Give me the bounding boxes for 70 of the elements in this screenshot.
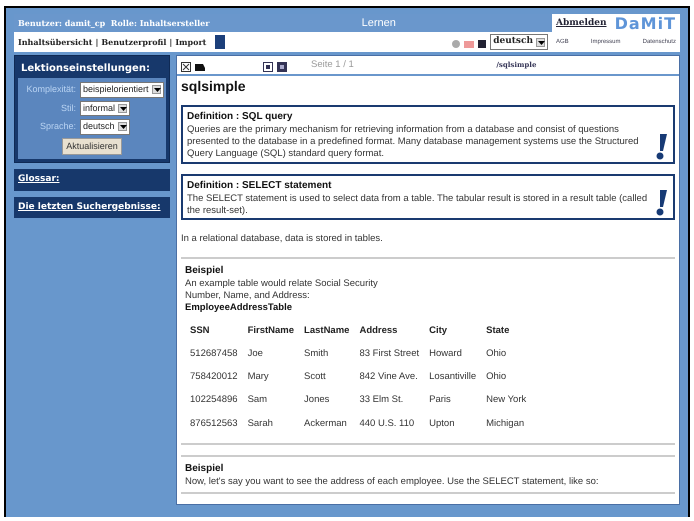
column-header: State — [485, 324, 510, 338]
table-cell-text: Sarah — [246, 416, 274, 431]
dropdown-icon[interactable] — [118, 122, 127, 132]
example-title: Beispiel — [185, 264, 224, 278]
dropdown-icon[interactable] — [152, 85, 161, 94]
table-cell-text: Howard — [428, 346, 463, 361]
setting-label: Stil: — [60, 102, 76, 114]
lesson-title: sqlsimple — [180, 77, 247, 96]
user-label: Benutzer: damit_cp — [18, 17, 106, 29]
column-header: LastName — [303, 324, 350, 338]
separator: | — [95, 36, 98, 48]
table-cell-text: 33 Elm St. — [358, 393, 404, 408]
separator: | — [169, 36, 172, 48]
expand-icon[interactable] — [181, 60, 191, 70]
select-field[interactable]: informal — [80, 100, 130, 116]
definition-text: Queries are the primary mechanism for retrieving information from a database and consist of questions presented to the database in a predefined format. Many database management systems use the Structured Query Language (SQL) standard query format. — [187, 124, 640, 160]
dropdown-icon[interactable] — [536, 38, 545, 46]
table-cell-text: Sam — [246, 393, 268, 408]
table-cell-text: New York — [485, 393, 528, 408]
page-title: Lernen — [360, 16, 397, 31]
exclamation-icon — [655, 134, 667, 160]
table-cell-text: Michigan — [485, 416, 526, 431]
example-text: An example table would relate Social Security Number, Name, and Address: — [185, 278, 379, 302]
table-cell-text: Jones — [303, 393, 330, 408]
dropdown-icon[interactable] — [118, 104, 128, 113]
table-cell-text: 842 Vine Ave. — [358, 370, 419, 384]
example-title: Beispiel — [185, 462, 224, 476]
select-field[interactable]: deutsch — [490, 34, 548, 50]
table-cell-text: 440 U.S. 110 — [358, 416, 416, 431]
column-header: Address — [358, 324, 398, 338]
table-cell-text: Upton — [428, 416, 456, 431]
table-cell-text: Mary — [246, 370, 270, 384]
nav-link[interactable]: Import — [175, 36, 206, 48]
table-cell-text: Ohio — [485, 346, 508, 361]
column-header: SSN — [189, 324, 211, 338]
table-cell-text: 102254896 — [189, 393, 239, 408]
select-field[interactable]: deutsch — [80, 119, 130, 134]
exclamation-icon — [655, 190, 667, 216]
table-cell-text: Losantiville — [428, 370, 478, 384]
update-button[interactable]: Aktualisieren — [62, 138, 122, 155]
table-cell-text: 876512563 — [189, 416, 239, 431]
page-number: Seite 1 / 1 — [311, 58, 354, 72]
role-label: Rolle: Inhaltsersteller — [110, 17, 210, 29]
body-text: In a relational database, data is stored in tables. — [180, 232, 384, 246]
table-cell-text: Scott — [303, 370, 327, 384]
table-cell-text: 758420012 — [189, 370, 239, 384]
example-text: Now, let's say you want to see the address of each employee. Use the SELECT statement, like so: — [185, 476, 600, 488]
definition-text: The SELECT statement is used to select data from a table. The tabular result is stored in a result table (called the result-set). — [187, 192, 648, 216]
sidebar-link[interactable]: Die letzten Suchergebnisse: — [14, 196, 170, 218]
setting-label: Komplexität: — [25, 83, 76, 96]
table-cell-text: Ohio — [485, 370, 508, 384]
panel-heading: Lektionseinstellungen: — [20, 62, 151, 76]
column-header: City — [428, 324, 448, 338]
logo: DaMiT — [614, 16, 676, 32]
definition-title: Definition : SQL query — [187, 110, 294, 124]
column-header: FirstName — [246, 324, 296, 338]
table-cell-text: 512687458 — [189, 346, 239, 361]
logout-link[interactable]: Abmelden — [556, 17, 607, 31]
nav-link[interactable]: Benutzerprofil — [101, 36, 166, 48]
table-cell-text: Paris — [428, 393, 452, 408]
table-cell-text: Joe — [246, 346, 264, 361]
table-name: EmployeeAddressTable — [185, 301, 294, 316]
setting-label: Sprache: — [38, 120, 76, 133]
table-cell-text: 83 First Street — [358, 346, 420, 361]
sidebar-link[interactable]: Glossar: — [14, 169, 170, 190]
nav-link[interactable]: Inhaltsübersicht — [18, 36, 92, 48]
table-cell-text: Smith — [303, 346, 330, 361]
select-field[interactable]: beispielorientiert — [80, 82, 164, 98]
table-cell-text: Ackerman — [303, 416, 348, 431]
definition-title: Definition : SELECT statement — [187, 178, 332, 193]
